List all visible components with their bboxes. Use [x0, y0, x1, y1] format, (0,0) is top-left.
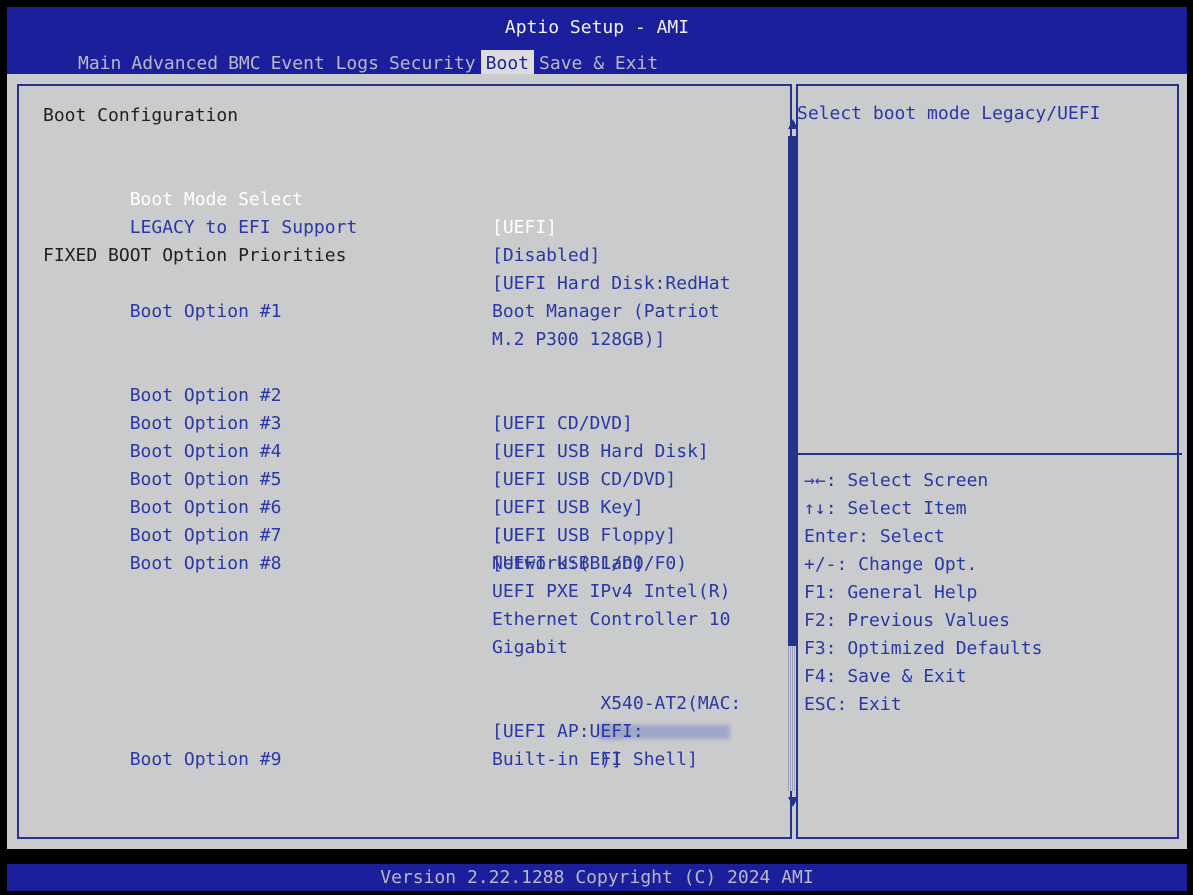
boot-option-value: UEFI PXE IPv4 Intel(R) [492, 581, 731, 602]
boot-option-1-row[interactable]: Boot Option #1 [UEFI Hard Disk:RedHat Bo… [43, 270, 763, 354]
key-help-esc: ESC: Exit [804, 694, 902, 715]
key-help-f2: F2: Previous Values [804, 610, 1010, 631]
boot-option-value: Network:(B1/D0/F0) [492, 553, 688, 574]
key-help-select-item: ↑↓: Select Item [804, 498, 967, 519]
legacy-efi-support-row[interactable]: LEGACY to EFI Support [Disabled] [43, 186, 763, 266]
key-help-f3: F3: Optimized Defaults [804, 638, 1043, 659]
boot-option-value: [UEFI AP:UEFI: [492, 721, 644, 742]
boot-option-5-row[interactable]: Boot Option #5 [UEFI USB Key] [43, 438, 763, 518]
boot-mode-select-value: [UEFI] [492, 217, 558, 238]
main-area: Boot Configuration Boot Mode Select [UEF… [7, 74, 1187, 849]
boot-mode-select-row[interactable]: Boot Mode Select [UEFI] [43, 158, 763, 238]
left-right-arrows-icon: →← [804, 470, 826, 491]
up-down-arrows-icon: ↑↓ [804, 498, 826, 519]
boot-option-value: [UEFI Hard Disk:RedHat [492, 273, 731, 294]
boot-option-3-row[interactable]: Boot Option #3 [UEFI USB Hard Disk] [43, 382, 763, 462]
title-bar: Aptio Setup - AMI Main Advanced BMC Even… [7, 7, 1187, 78]
key-help-select-screen: →←: Select Screen [804, 470, 989, 491]
help-divider [797, 453, 1182, 455]
version-footer: Version 2.22.1288 Copyright (C) 2024 AMI [7, 864, 1187, 891]
boot-option-label: Boot Option #9 [129, 749, 282, 770]
boot-option-label: Boot Option #1 [129, 301, 282, 322]
key-help-f1: F1: General Help [804, 582, 978, 603]
help-panel [796, 84, 1179, 839]
boot-option-label: Boot Option #8 [129, 553, 282, 574]
boot-option-2-row[interactable]: Boot Option #2 [UEFI CD/DVD] [43, 354, 763, 434]
boot-option-value: M.2 P300 128GB)] [492, 329, 666, 350]
settings-panel: Boot Configuration Boot Mode Select [UEF… [17, 84, 800, 839]
app-title: Aptio Setup - AMI [504, 17, 690, 38]
boot-option-value: Boot Manager (Patriot [492, 301, 720, 322]
boot-option-9-row[interactable]: Boot Option #9 [UEFI AP:UEFI: Built-in E… [43, 718, 763, 774]
boot-option-value: Gigabit [492, 637, 568, 658]
boot-option-6-row[interactable]: Boot Option #6 [UEFI USB Floppy] [43, 466, 763, 546]
help-description: Select boot mode Legacy/UEFI [797, 103, 1101, 124]
legacy-efi-support-value: [Disabled] [492, 245, 601, 266]
legacy-efi-support-label: LEGACY to EFI Support [129, 217, 358, 238]
section-title: Boot Configuration [43, 105, 239, 126]
key-help-enter: Enter: Select [804, 526, 945, 547]
boot-option-4-row[interactable]: Boot Option #4 [UEFI USB CD/DVD] [43, 410, 763, 490]
bios-screen: Aptio Setup - AMI Main Advanced BMC Even… [0, 0, 1193, 895]
key-help-change-opt: +/-: Change Opt. [804, 554, 978, 575]
boot-option-8-row[interactable]: Boot Option #8 [UEFI Network:(B1/D0/F0) … [43, 522, 763, 770]
boot-option-value: Built-in EFI Shell] [492, 749, 698, 770]
priorities-title: FIXED BOOT Option Priorities [43, 245, 347, 266]
boot-option-7-row[interactable]: Boot Option #7 [UEFI USB Lan] [43, 494, 763, 574]
key-help-f4: F4: Save & Exit [804, 666, 967, 687]
boot-option-value: [UEFI [492, 525, 547, 546]
boot-option-value: Ethernet Controller 10 [492, 609, 731, 630]
